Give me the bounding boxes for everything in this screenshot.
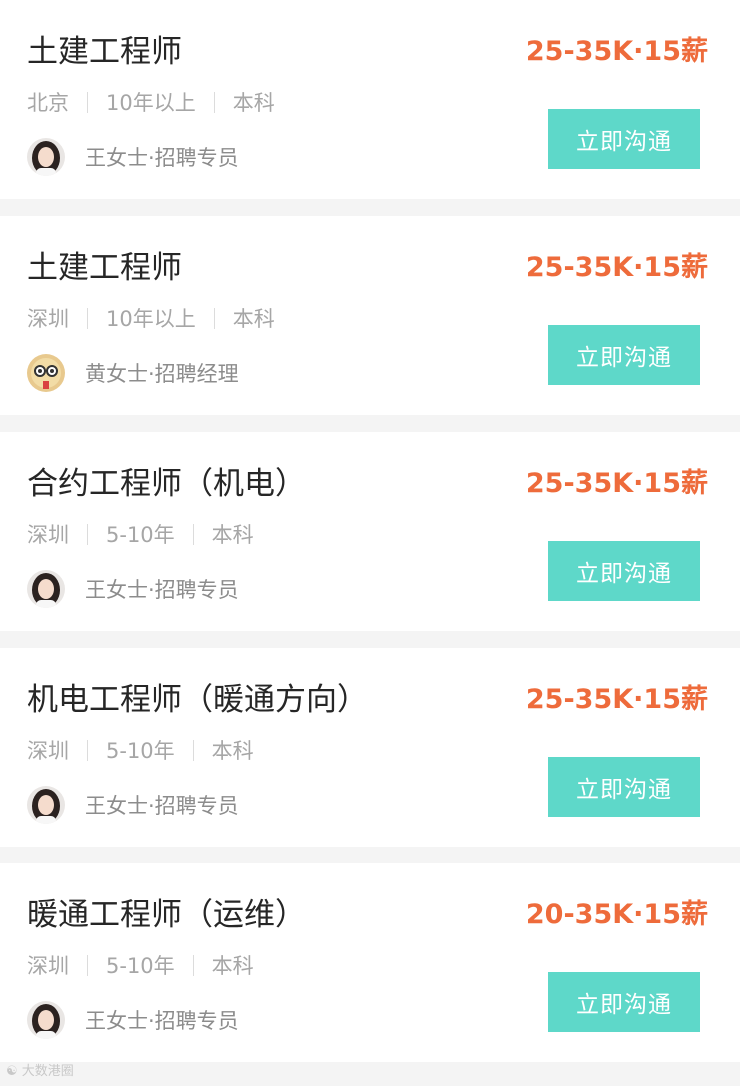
job-title: 暖通工程师（运维） [27, 897, 306, 933]
recruiter: 王女士·招聘专员 [27, 785, 239, 825]
meta-divider [213, 307, 215, 329]
job-title: 机电工程师（暖通方向） [27, 682, 368, 718]
meta-divider [192, 954, 194, 976]
job-title: 合约工程师（机电） [27, 466, 306, 502]
job-meta: 深圳 5-10年 本科 [27, 518, 254, 550]
job-experience: 5-10年 [106, 523, 175, 547]
job-title: 土建工程师 [27, 250, 182, 286]
watermark-logo-icon: ☯ [6, 1064, 18, 1079]
job-meta: 北京 10年以上 本科 [27, 86, 275, 118]
job-salary: 25-35K·15薪 [525, 684, 708, 715]
job-experience: 5-10年 [106, 739, 175, 763]
recruiter-name: 黄女士·招聘经理 [85, 362, 239, 386]
recruiter: 王女士·招聘专员 [27, 569, 239, 609]
job-city: 深圳 [27, 523, 69, 547]
chat-now-button[interactable]: 立即沟通 [548, 325, 700, 385]
meta-divider [87, 307, 88, 329]
job-city: 深圳 [27, 307, 69, 331]
recruiter: 黄女士·招聘经理 [27, 353, 239, 393]
watermark: ☯ 大数港圈 [6, 1064, 74, 1080]
job-card[interactable]: 暖通工程师（运维） 20-35K·15薪 深圳 5-10年 本科 王女士·招聘专… [0, 863, 740, 1062]
job-card[interactable]: 土建工程师 25-35K·15薪 深圳 10年以上 本科 黄女士·招聘经理 立即… [0, 216, 740, 415]
job-salary: 25-35K·15薪 [525, 468, 708, 499]
meta-divider [87, 739, 88, 761]
recruiter: 王女士·招聘专员 [27, 137, 239, 177]
meta-divider [87, 91, 88, 113]
job-salary: 25-35K·15薪 [525, 252, 708, 283]
avatar-woman-dark-hair-icon [27, 1001, 65, 1039]
job-city: 深圳 [27, 739, 69, 763]
job-meta: 深圳 5-10年 本科 [27, 734, 254, 766]
chat-now-button[interactable]: 立即沟通 [548, 972, 700, 1032]
recruiter-name: 王女士·招聘专员 [85, 578, 239, 602]
job-card[interactable]: 土建工程师 25-35K·15薪 北京 10年以上 本科 王女士·招聘专员 立即… [0, 0, 740, 199]
job-city: 深圳 [27, 954, 69, 978]
job-meta: 深圳 5-10年 本科 [27, 949, 254, 981]
job-education: 本科 [232, 91, 275, 115]
job-card[interactable]: 合约工程师（机电） 25-35K·15薪 深圳 5-10年 本科 王女士·招聘专… [0, 432, 740, 631]
job-title: 土建工程师 [27, 34, 182, 70]
recruiter: 王女士·招聘专员 [27, 1000, 239, 1040]
job-meta: 深圳 10年以上 本科 [27, 302, 275, 334]
job-card[interactable]: 机电工程师（暖通方向） 25-35K·15薪 深圳 5-10年 本科 王女士·招… [0, 648, 740, 847]
job-education: 本科 [211, 954, 254, 978]
job-education: 本科 [211, 523, 254, 547]
meta-divider [192, 739, 194, 761]
job-city: 北京 [27, 91, 69, 115]
job-salary: 20-35K·15薪 [525, 899, 708, 930]
recruiter-name: 王女士·招聘专员 [85, 794, 239, 818]
job-experience: 10年以上 [106, 307, 196, 331]
chat-now-button[interactable]: 立即沟通 [548, 757, 700, 817]
job-salary: 25-35K·15薪 [525, 36, 708, 67]
recruiter-name: 王女士·招聘专员 [85, 1009, 239, 1033]
meta-divider [213, 91, 215, 113]
avatar-woman-dark-hair-icon [27, 138, 65, 176]
job-education: 本科 [211, 739, 254, 763]
meta-divider [87, 954, 88, 976]
job-education: 本科 [232, 307, 275, 331]
chat-now-button[interactable]: 立即沟通 [548, 541, 700, 601]
avatar-woman-dark-hair-icon [27, 570, 65, 608]
avatar-woman-dark-hair-icon [27, 786, 65, 824]
job-experience: 10年以上 [106, 91, 196, 115]
job-experience: 5-10年 [106, 954, 175, 978]
watermark-text: 大数港圈 [21, 1064, 74, 1079]
chat-now-button[interactable]: 立即沟通 [548, 109, 700, 169]
recruiter-name: 王女士·招聘专员 [85, 146, 239, 170]
meta-divider [192, 523, 194, 545]
meta-divider [87, 523, 88, 545]
avatar-cartoon-glasses-icon [27, 354, 65, 392]
